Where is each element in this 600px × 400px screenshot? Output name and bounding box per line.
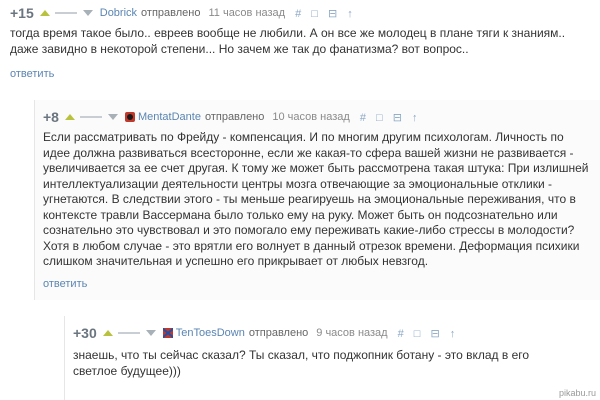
save-icon[interactable]: □: [376, 112, 383, 124]
sent-label: отправлено: [141, 7, 201, 19]
user-avatar-icon[interactable]: [162, 328, 173, 338]
comment-2: +8 MentatDante отправлено 10 часов назад…: [34, 100, 600, 300]
downvote-icon[interactable]: [82, 10, 93, 16]
upvote-icon[interactable]: [39, 10, 50, 16]
comment-3: +30 TenToesDown отправлено 9 часов назад…: [64, 316, 600, 400]
comment-time[interactable]: 11 часов назад: [208, 7, 285, 19]
comment-tools: # □ ⊟ ↑: [360, 111, 425, 124]
sent-label: отправлено: [248, 327, 309, 339]
sent-label: отправлено: [204, 111, 265, 123]
parent-icon[interactable]: ↑: [347, 8, 353, 20]
downvote-icon[interactable]: [145, 330, 156, 336]
comment-text: знаешь, что ты сейчас сказал? Ты сказал,…: [73, 348, 530, 378]
comment-author[interactable]: Dobrick: [100, 7, 137, 19]
collapse-icon[interactable]: ⊟: [431, 327, 440, 340]
permalink-icon[interactable]: #: [295, 8, 301, 20]
parent-icon[interactable]: ↑: [450, 328, 456, 340]
comment-text: тогда время такое было.. евреев вообще н…: [10, 26, 566, 56]
collapse-icon[interactable]: ⊟: [328, 7, 337, 20]
permalink-icon[interactable]: #: [398, 328, 404, 340]
upvote-icon[interactable]: [64, 114, 75, 120]
comment-tools: # □ ⊟ ↑: [295, 7, 360, 20]
comment-header: +8 MentatDante отправлено 10 часов назад…: [43, 109, 425, 125]
rating-bar: [79, 116, 102, 118]
comment-text: Если рассматривать по Фрейду - компенсац…: [43, 130, 589, 268]
rating-bar: [54, 12, 77, 14]
comment-header: +30 TenToesDown отправлено 9 часов назад…: [73, 325, 463, 341]
collapse-icon[interactable]: ⊟: [393, 111, 402, 124]
rating-bar: [117, 332, 140, 334]
permalink-icon[interactable]: #: [360, 112, 366, 124]
reply-link[interactable]: ответить: [10, 68, 54, 80]
site-watermark: pikabu.ru: [558, 388, 596, 398]
comment-rating: +8: [43, 109, 59, 125]
comment-time[interactable]: 9 часов назад: [316, 327, 387, 339]
save-icon[interactable]: □: [311, 8, 318, 20]
comment-time[interactable]: 10 часов назад: [272, 111, 349, 123]
downvote-icon[interactable]: [107, 114, 118, 120]
reply-link[interactable]: ответить: [43, 278, 87, 290]
comment-author[interactable]: MentatDante: [138, 111, 201, 123]
save-icon[interactable]: □: [414, 328, 421, 340]
comment-header: +15 Dobrick отправлено 11 часов назад # …: [10, 5, 360, 21]
comment-rating: +30: [73, 325, 97, 341]
user-avatar-icon[interactable]: [124, 112, 135, 122]
parent-icon[interactable]: ↑: [412, 112, 418, 124]
comment-1: +15 Dobrick отправлено 11 часов назад # …: [0, 0, 600, 84]
comment-author[interactable]: TenToesDown: [176, 327, 245, 339]
upvote-icon[interactable]: [102, 330, 113, 336]
comment-tools: # □ ⊟ ↑: [398, 327, 463, 340]
comment-rating: +15: [10, 5, 34, 21]
